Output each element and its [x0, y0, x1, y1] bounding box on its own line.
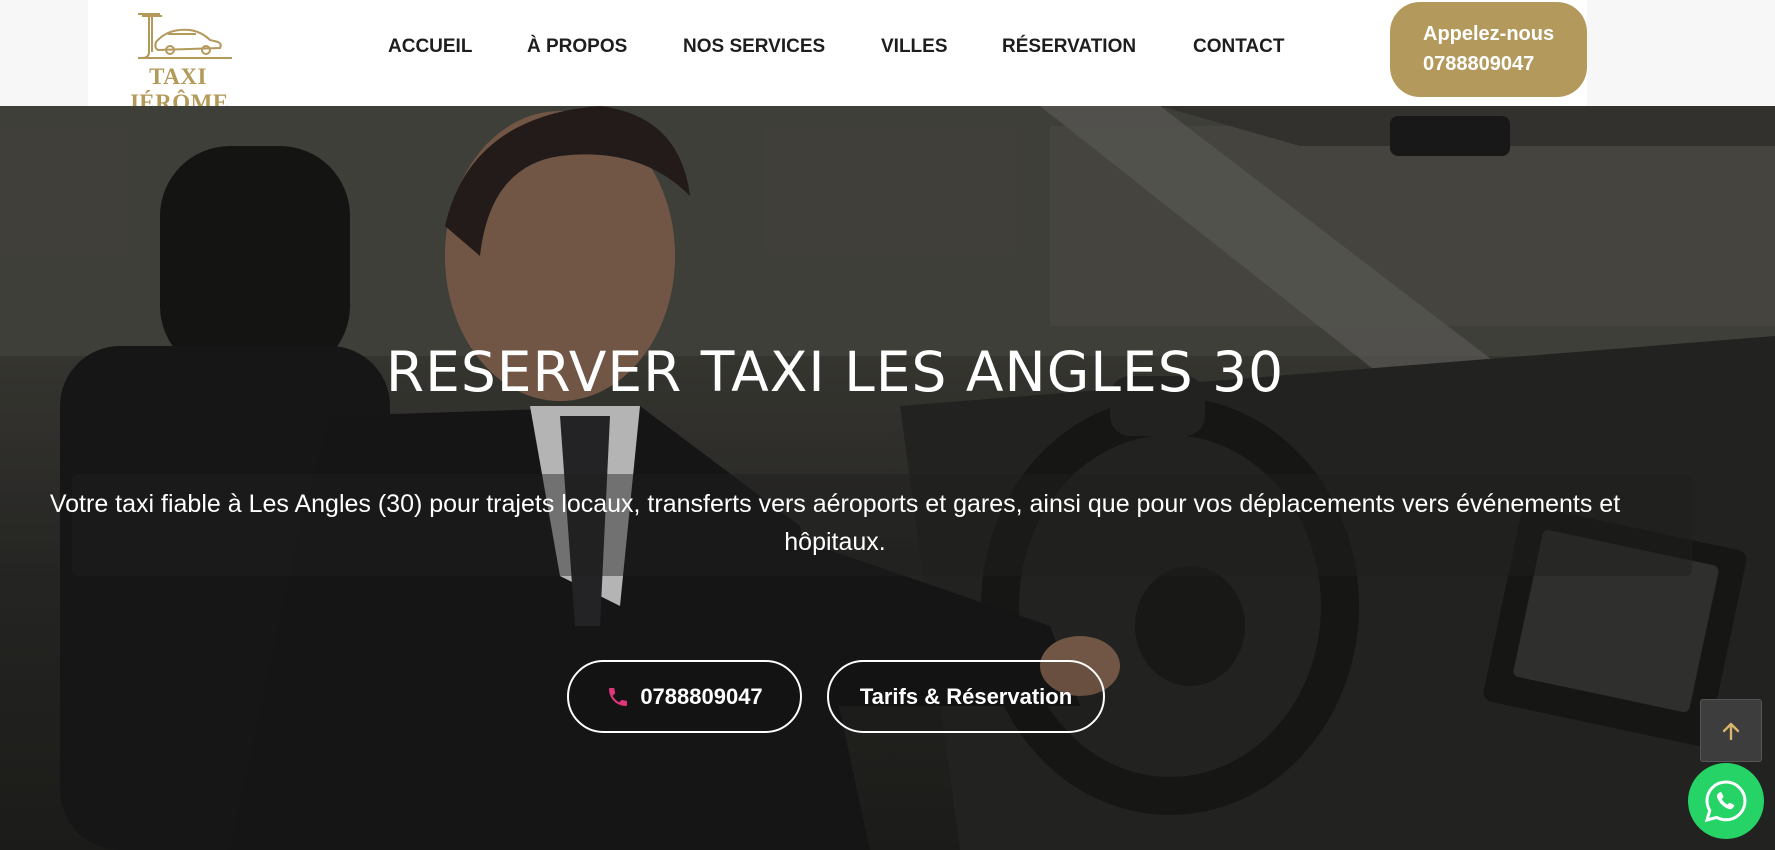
scroll-to-top-button[interactable] [1700, 699, 1762, 762]
hero-phone-button[interactable]: 0788809047 [567, 660, 802, 733]
nav-item-villes[interactable]: VILLES [881, 36, 948, 58]
hero-tarifs-button[interactable]: Tarifs & Réservation [827, 660, 1105, 733]
call-us-button[interactable]: Appelez-nous 0788809047 [1390, 2, 1587, 97]
phone-icon [609, 687, 628, 706]
taxi-car-monogram-icon [138, 13, 232, 59]
hero-title: RESERVER TAXI LES ANGLES 30 [385, 340, 1285, 404]
whatsapp-button[interactable] [1688, 763, 1764, 839]
whatsapp-icon [1704, 780, 1747, 823]
nav-item-a-propos[interactable]: À PROPOS [527, 36, 627, 58]
hero-tarifs-label: Tarifs & Réservation [859, 683, 1073, 709]
logo[interactable]: TAXI JÉRÔME [98, 6, 258, 115]
nav-item-accueil[interactable]: ACCUEIL [388, 36, 472, 58]
site-header [88, 0, 1587, 106]
arrow-up-icon [1722, 722, 1740, 740]
nav-item-contact[interactable]: CONTACT [1193, 36, 1284, 58]
call-us-label: Appelez-nous [1423, 23, 1555, 45]
nav-item-reservation[interactable]: RÉSERVATION [1002, 36, 1136, 58]
nav-item-nos-services[interactable]: NOS SERVICES [683, 36, 825, 58]
hero-section: RESERVER TAXI LES ANGLES 30 Votre taxi f… [0, 106, 1775, 850]
call-us-phone: 0788809047 [1423, 53, 1535, 75]
hero-phone-label: 0788809047 [640, 683, 763, 709]
hero-subtitle: Votre taxi fiable à Les Angles (30) pour… [49, 490, 1621, 556]
